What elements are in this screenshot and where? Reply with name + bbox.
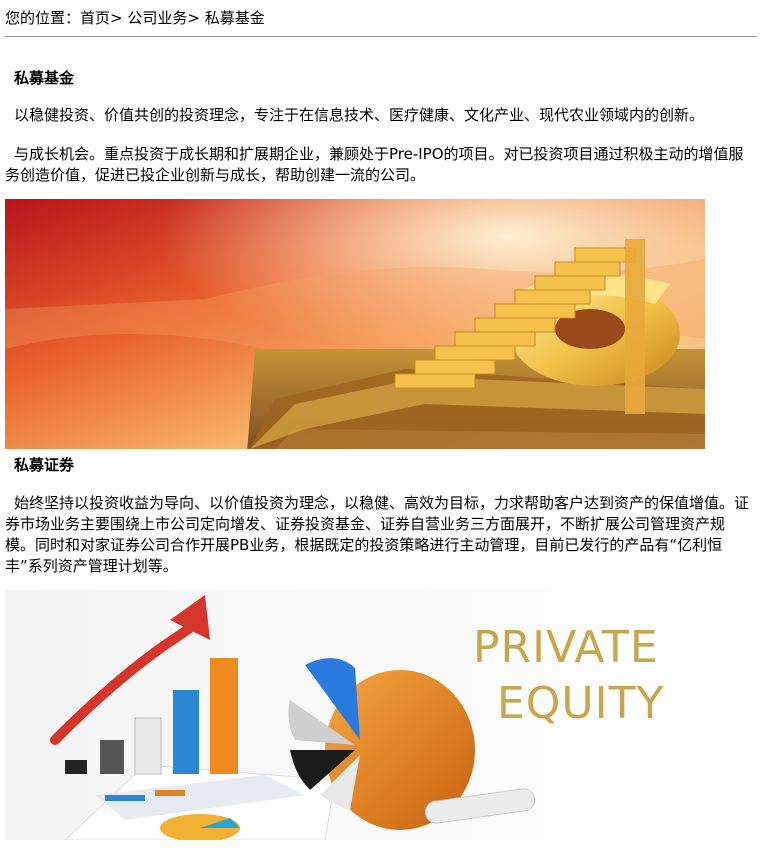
golden-dollar-staircase-image [5,199,705,449]
section-title-private-fund: 私募基金 [14,69,75,87]
breadcrumb-business-link[interactable]: 公司业务 [127,9,187,27]
private-equity-text: EQUITY [497,678,664,729]
breadcrumb-prefix: 您的位置： [5,9,81,27]
breadcrumb-home-link[interactable]: 首页 [80,9,110,27]
section-paragraph: 始终坚持以投资收益为导向、以价值投资为理念，以稳健、高效为目标，力求帮助客户达到… [5,494,750,575]
breadcrumb-current: 私募基金 [204,9,265,27]
private-equity-text: PRIVATE [473,622,659,673]
private-equity-chart-image: PRIVATE EQUITY [5,590,705,840]
breadcrumb-separator: > [187,9,200,27]
section-paragraph: 与成长机会。重点投资于成长期和扩展期企业，兼顾处于Pre-IPO的项目。对已投资… [5,145,744,184]
breadcrumb-separator: > [110,9,123,27]
breadcrumb-divider [5,36,757,37]
section-title-private-securities: 私募证券 [14,456,75,474]
breadcrumb: 您的位置：首页> 公司业务> 私募基金 [5,8,265,28]
section-paragraph: 以稳健投资、价值共创的投资理念，专注于在信息技术、医疗健康、文化产业、现代农业领… [14,106,705,124]
